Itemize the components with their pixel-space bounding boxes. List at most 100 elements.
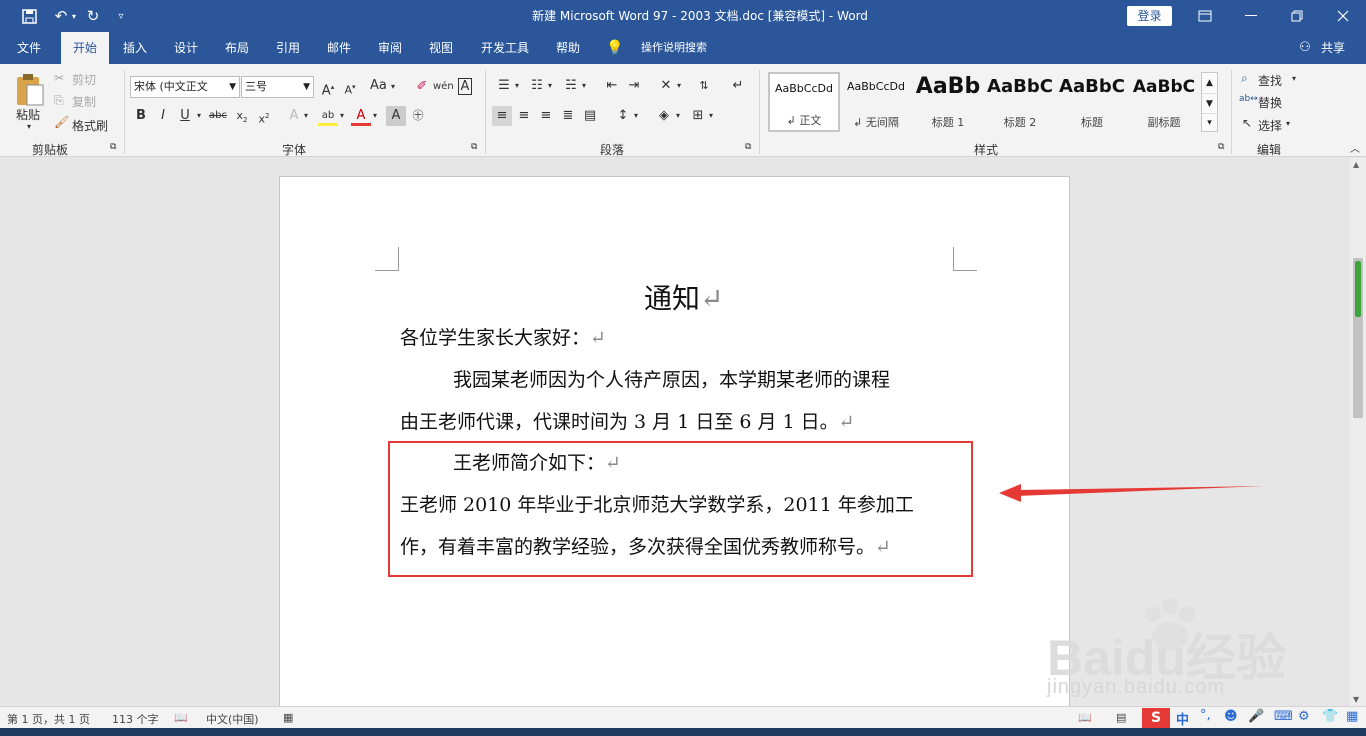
- paste-dropdown-icon[interactable]: ▾: [27, 122, 31, 131]
- character-shading-icon[interactable]: A: [386, 106, 406, 126]
- font-color-icon[interactable]: A: [351, 106, 371, 126]
- align-right-icon[interactable]: ≡: [536, 106, 556, 126]
- sort-icon[interactable]: ⇅: [694, 76, 714, 96]
- bullets-icon[interactable]: ☰: [494, 76, 514, 96]
- format-painter-button[interactable]: 格式刷: [72, 117, 108, 134]
- tell-me-search[interactable]: 操作说明搜索: [628, 32, 720, 64]
- bullets-dropdown-icon[interactable]: ▾: [515, 81, 519, 90]
- style-heading-2[interactable]: AaBbC 标题 2: [984, 72, 1056, 132]
- shading-icon[interactable]: ◈: [654, 106, 674, 126]
- font-launcher-icon[interactable]: ⧉: [471, 142, 477, 152]
- body-paragraph-line[interactable]: 我园某老师因为个人待产原因，本学期某老师的课程: [453, 365, 890, 392]
- find-icon[interactable]: ⌕: [1241, 71, 1248, 86]
- redo-icon[interactable]: ↻: [80, 4, 106, 28]
- distributed-icon[interactable]: ▤: [580, 106, 600, 126]
- find-button[interactable]: 查找: [1258, 72, 1282, 89]
- show-hide-marks-icon[interactable]: ↵: [728, 76, 748, 96]
- tab-design[interactable]: 设计: [164, 32, 208, 64]
- tab-layout[interactable]: 布局: [215, 32, 259, 64]
- style-no-spacing[interactable]: AaBbCcDd ↲ 无间隔: [840, 72, 912, 132]
- ime-menu-icon[interactable]: ▦: [1346, 709, 1358, 724]
- select-dropdown-icon[interactable]: ▾: [1286, 119, 1290, 128]
- replace-icon[interactable]: ab↔: [1239, 94, 1258, 104]
- style-heading-1[interactable]: AaBb 标题 1: [912, 72, 984, 132]
- decrease-indent-icon[interactable]: ⇤: [602, 76, 622, 96]
- clear-formatting-icon[interactable]: ✐: [412, 77, 432, 97]
- style-subtitle[interactable]: AaBbC 副标题: [1128, 72, 1200, 132]
- copy-button[interactable]: 复制: [72, 93, 96, 110]
- skin-icon[interactable]: 👕: [1322, 709, 1338, 724]
- scroll-down-icon[interactable]: ▼: [1353, 695, 1359, 704]
- scroll-up-icon[interactable]: ▲: [1353, 160, 1359, 169]
- proofing-icon[interactable]: 📖: [174, 711, 188, 724]
- font-name-combo[interactable]: 宋体 (中文正文 ▼: [130, 76, 240, 98]
- vertical-scrollbar[interactable]: ▲ ▼: [1350, 158, 1366, 706]
- subscript-icon[interactable]: x2: [232, 106, 252, 126]
- document-page[interactable]: 通知↵ 各位学生家长大家好：↵ 我园某老师因为个人待产原因，本学期某老师的课程 …: [279, 176, 1070, 706]
- numbering-dropdown-icon[interactable]: ▾: [548, 81, 552, 90]
- minimize-icon[interactable]: [1228, 0, 1274, 32]
- emoji-icon[interactable]: ☻: [1224, 709, 1238, 724]
- tab-home[interactable]: 开始: [61, 32, 109, 64]
- font-color-dropdown-icon[interactable]: ▾: [373, 111, 377, 120]
- italic-icon[interactable]: I: [153, 106, 173, 126]
- tab-references[interactable]: 引用: [266, 32, 310, 64]
- share-button[interactable]: 共享: [1316, 32, 1350, 64]
- font-size-combo[interactable]: 三号 ▼: [241, 76, 314, 98]
- share-person-icon[interactable]: ⚇: [1296, 32, 1314, 64]
- tab-file[interactable]: 文件: [6, 32, 52, 64]
- grow-font-icon[interactable]: A▴: [318, 77, 338, 98]
- customize-quick-access-icon[interactable]: ▿: [108, 4, 134, 28]
- chinese-layout-icon[interactable]: ✕: [656, 76, 676, 96]
- borders-dropdown-icon[interactable]: ▾: [709, 111, 713, 120]
- keyboard-icon[interactable]: ⌨: [1274, 709, 1293, 724]
- style-normal[interactable]: AaBbCcDd ↲ 正文: [768, 72, 840, 132]
- multilevel-dropdown-icon[interactable]: ▾: [582, 81, 586, 90]
- macro-record-icon[interactable]: ▦: [283, 711, 293, 724]
- chinese-layout-dropdown-icon[interactable]: ▾: [677, 81, 681, 90]
- underline-icon[interactable]: U: [175, 106, 195, 126]
- text-effects-icon[interactable]: A: [284, 106, 304, 126]
- highlight-color-icon[interactable]: ab: [318, 106, 338, 126]
- restore-icon[interactable]: [1274, 0, 1320, 32]
- multilevel-list-icon[interactable]: ☵: [561, 76, 581, 96]
- undo-dropdown-icon[interactable]: ▾: [68, 4, 80, 28]
- tab-view[interactable]: 视图: [419, 32, 463, 64]
- copy-icon[interactable]: ⎘: [54, 93, 64, 108]
- phonetic-guide-icon[interactable]: wén: [433, 77, 454, 97]
- cut-button[interactable]: 剪切: [72, 71, 96, 88]
- tab-developer[interactable]: 开发工具: [472, 32, 538, 64]
- styles-launcher-icon[interactable]: ⧉: [1218, 142, 1224, 152]
- paste-button[interactable]: 粘贴: [16, 106, 40, 123]
- save-icon[interactable]: [16, 4, 42, 28]
- underline-dropdown-icon[interactable]: ▾: [197, 111, 201, 120]
- ime-toolbox-icon[interactable]: ⚙: [1298, 709, 1310, 724]
- cut-scissors-icon[interactable]: ✂: [54, 71, 64, 85]
- align-center-icon[interactable]: ≡: [514, 106, 534, 126]
- character-border-icon[interactable]: A: [455, 77, 475, 97]
- styles-scroll[interactable]: ▲ ▼ ▾: [1201, 72, 1218, 132]
- microphone-icon[interactable]: 🎤: [1248, 709, 1264, 724]
- greeting-paragraph[interactable]: 各位学生家长大家好：↵: [400, 323, 606, 350]
- tab-mailings[interactable]: 邮件: [317, 32, 361, 64]
- document-title[interactable]: 通知↵: [644, 277, 723, 317]
- punctuation-icon[interactable]: °,: [1200, 708, 1211, 723]
- paragraph-launcher-icon[interactable]: ⧉: [745, 142, 751, 152]
- print-layout-icon[interactable]: ▤: [1116, 711, 1126, 724]
- line-spacing-icon[interactable]: ↕: [613, 106, 633, 126]
- shrink-font-icon[interactable]: A▾: [340, 77, 360, 97]
- body-paragraph-line[interactable]: 由王老师代课，代课时间为 3 月 1 日至 6 月 1 日。↵: [400, 407, 855, 434]
- style-title[interactable]: AaBbC 标题: [1056, 72, 1128, 132]
- paste-icon[interactable]: [14, 72, 46, 108]
- ribbon-display-options-icon[interactable]: [1182, 0, 1228, 32]
- sogou-ime-icon[interactable]: S: [1142, 708, 1170, 728]
- tab-help[interactable]: 帮助: [546, 32, 590, 64]
- enclose-characters-icon[interactable]: ㊉: [408, 106, 428, 126]
- line-spacing-dropdown-icon[interactable]: ▾: [634, 111, 638, 120]
- borders-icon[interactable]: ⊞: [688, 106, 708, 126]
- login-button[interactable]: 登录: [1127, 6, 1172, 26]
- change-case-dropdown-icon[interactable]: ▾: [391, 82, 395, 91]
- increase-indent-icon[interactable]: ⇥: [624, 76, 644, 96]
- highlight-dropdown-icon[interactable]: ▾: [340, 111, 344, 120]
- strikethrough-icon[interactable]: abc: [208, 106, 228, 126]
